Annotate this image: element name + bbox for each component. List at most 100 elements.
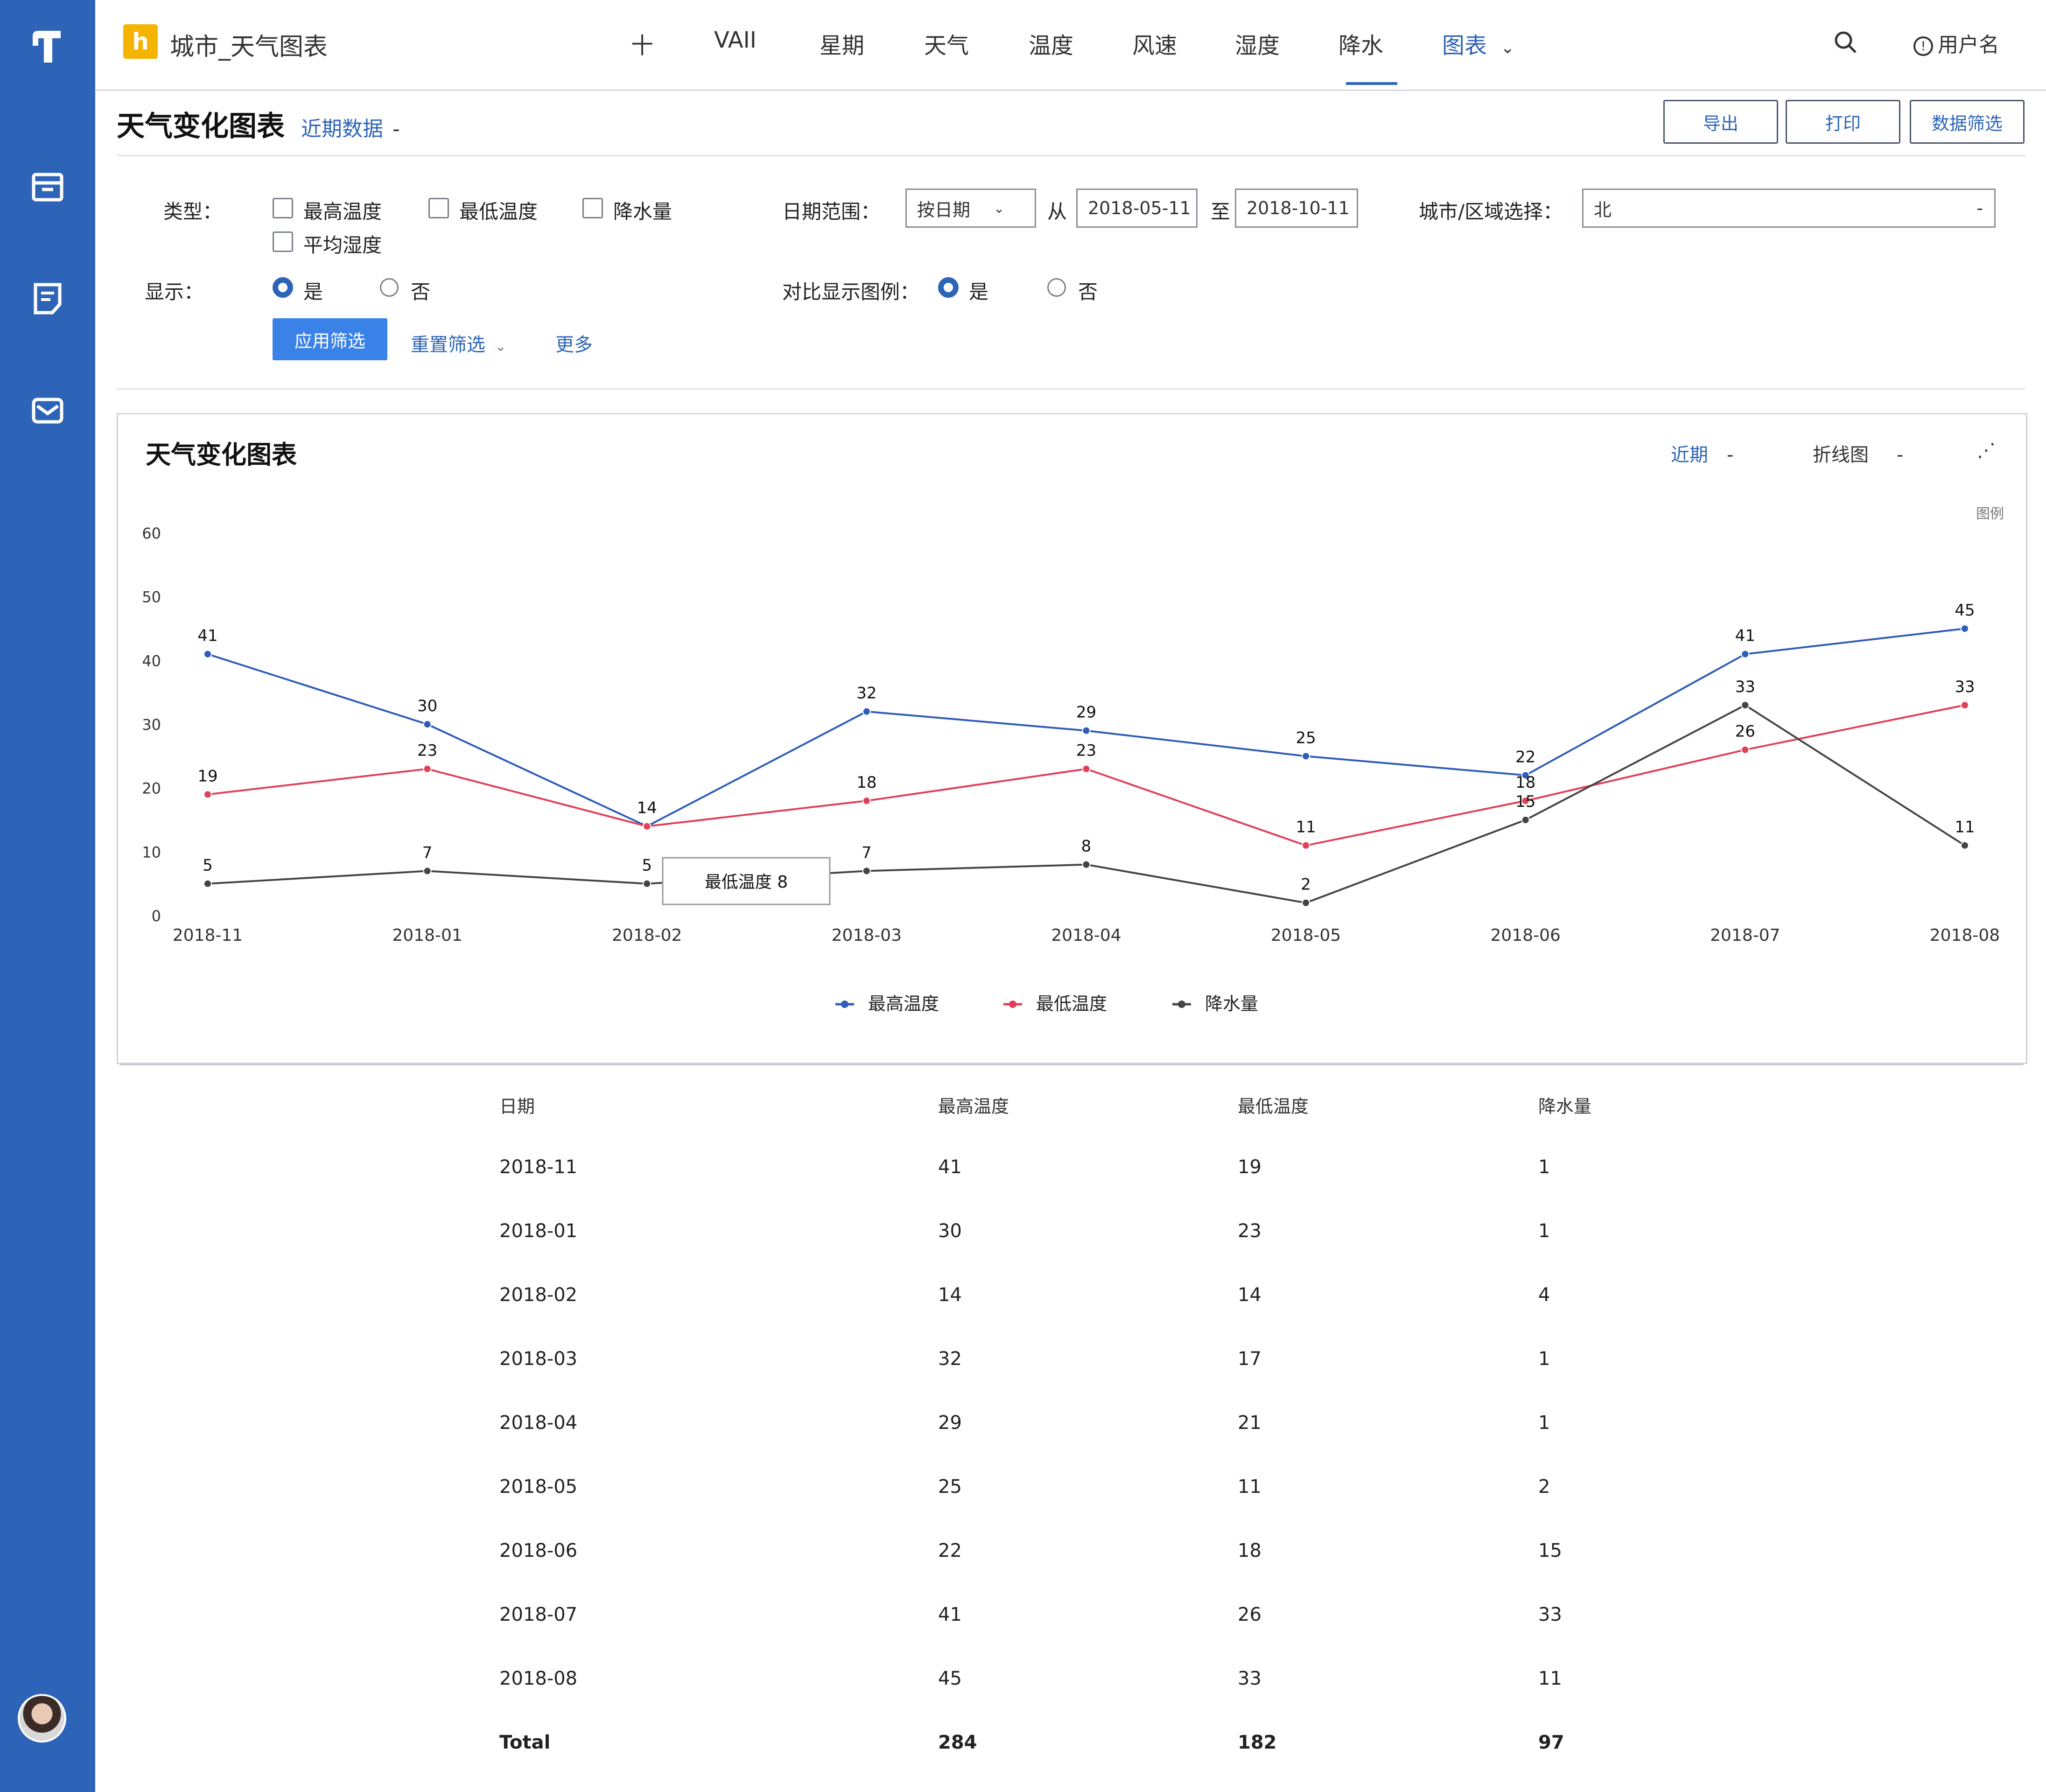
data-point	[423, 764, 432, 773]
data-label: 14	[637, 799, 657, 818]
x-tick-label: 2018-01	[392, 926, 462, 945]
table-cell: 1	[1538, 1348, 1550, 1370]
table-total-cell: 182	[1238, 1732, 1277, 1753]
table-cell: 32	[938, 1348, 962, 1370]
table-header-cell: 最高温度	[938, 1096, 1009, 1117]
data-label: 5	[642, 856, 652, 875]
data-point	[643, 822, 652, 831]
table-cell: 1	[1538, 1412, 1550, 1434]
data-label: 22	[1515, 748, 1535, 766]
data-point	[1741, 701, 1750, 709]
table-cell: 21	[1238, 1412, 1261, 1434]
table-cell: 2018-01	[499, 1220, 578, 1242]
data-point	[203, 650, 212, 658]
table-cell: 15	[1538, 1540, 1562, 1561]
data-label: 2	[1301, 875, 1311, 894]
y-tick-label: 40	[142, 652, 161, 670]
table-cell: 45	[938, 1668, 962, 1689]
data-point	[862, 867, 871, 875]
x-tick-label: 2018-07	[1710, 926, 1780, 945]
x-tick-label: 2018-11	[173, 926, 243, 945]
table-header-cell: 日期	[499, 1096, 535, 1117]
series-line-1	[207, 704, 1965, 847]
table-cell: 41	[938, 1156, 962, 1178]
data-point	[1961, 624, 1969, 633]
table-cell: 25	[938, 1476, 962, 1498]
table-total-cell: Total	[499, 1732, 551, 1753]
data-label: 29	[1076, 703, 1096, 722]
table-cell: 14	[938, 1284, 962, 1306]
data-point	[643, 879, 652, 888]
data-label: 11	[1955, 818, 1975, 837]
data-point	[203, 879, 212, 888]
table-cell: 11	[1238, 1476, 1261, 1498]
data-label: 19	[197, 767, 217, 785]
table-cell: 14	[1238, 1284, 1261, 1306]
data-label: 18	[856, 773, 876, 792]
table-cell: 2	[1538, 1476, 1550, 1498]
table-cell: 4	[1538, 1284, 1550, 1306]
y-tick-label: 10	[142, 843, 161, 861]
legend-marker	[841, 1001, 848, 1008]
table-cell: 2018-05	[499, 1476, 578, 1498]
data-label: 23	[417, 742, 437, 760]
data-label: 7	[862, 843, 872, 862]
data-point	[1302, 898, 1310, 907]
table-header-cell: 最低温度	[1238, 1096, 1309, 1117]
data-point	[1082, 726, 1091, 735]
data-label: 33	[1735, 678, 1755, 696]
table-cell: 1	[1538, 1156, 1550, 1178]
data-point	[1302, 841, 1310, 850]
table-top-border	[119, 1064, 2024, 1065]
data-point	[1961, 841, 1969, 850]
data-point	[862, 797, 871, 805]
data-point	[423, 867, 432, 875]
table-cell: 22	[938, 1540, 962, 1561]
table-cell: 33	[1538, 1604, 1562, 1625]
avatar[interactable]	[18, 1694, 66, 1743]
table-total-cell: 97	[1538, 1732, 1564, 1753]
data-label: 15	[1515, 792, 1535, 811]
table-cell: 33	[1238, 1668, 1261, 1689]
table-cell: 41	[938, 1604, 962, 1625]
data-point	[1302, 752, 1310, 761]
table-cell: 11	[1538, 1668, 1562, 1689]
table-cell: 2018-02	[499, 1284, 578, 1306]
data-label: 41	[197, 627, 217, 645]
data-label: 23	[1076, 742, 1096, 760]
data-label: 32	[856, 684, 876, 703]
y-tick-label: 0	[152, 907, 161, 925]
table-header-cell: 降水量	[1538, 1096, 1592, 1117]
chart-tooltip-text: 最低温度 8	[705, 873, 788, 892]
y-tick-label: 30	[142, 716, 161, 734]
data-label: 7	[422, 843, 433, 862]
data-label: 26	[1735, 722, 1755, 741]
table-cell: 1	[1538, 1220, 1550, 1242]
legend-marker	[1178, 1001, 1185, 1008]
y-tick-label: 50	[142, 588, 161, 606]
legend-label: 最低温度	[1036, 994, 1107, 1014]
data-point	[1961, 701, 1969, 709]
table-cell: 18	[1238, 1540, 1261, 1561]
data-point	[1521, 816, 1530, 824]
data-point	[1741, 650, 1750, 658]
data-point	[423, 720, 432, 728]
y-tick-label: 60	[142, 525, 161, 542]
data-point	[1741, 745, 1750, 754]
table-cell: 19	[1238, 1156, 1261, 1178]
data-label: 18	[1515, 773, 1535, 792]
y-tick-label: 20	[142, 780, 161, 798]
x-tick-label: 2018-02	[612, 926, 682, 945]
table-cell: 2018-07	[499, 1604, 578, 1625]
table-cell: 2018-11	[499, 1156, 578, 1178]
data-label: 30	[417, 697, 437, 715]
legend-label: 最高温度	[868, 994, 939, 1014]
table-cell: 23	[1238, 1220, 1261, 1242]
data-point	[1082, 764, 1091, 773]
data-point	[862, 707, 871, 716]
data-point	[203, 790, 212, 799]
table-cell: 26	[1238, 1604, 1261, 1625]
data-label: 41	[1735, 627, 1755, 645]
table-cell: 17	[1238, 1348, 1261, 1370]
table-total-cell: 284	[938, 1732, 977, 1753]
